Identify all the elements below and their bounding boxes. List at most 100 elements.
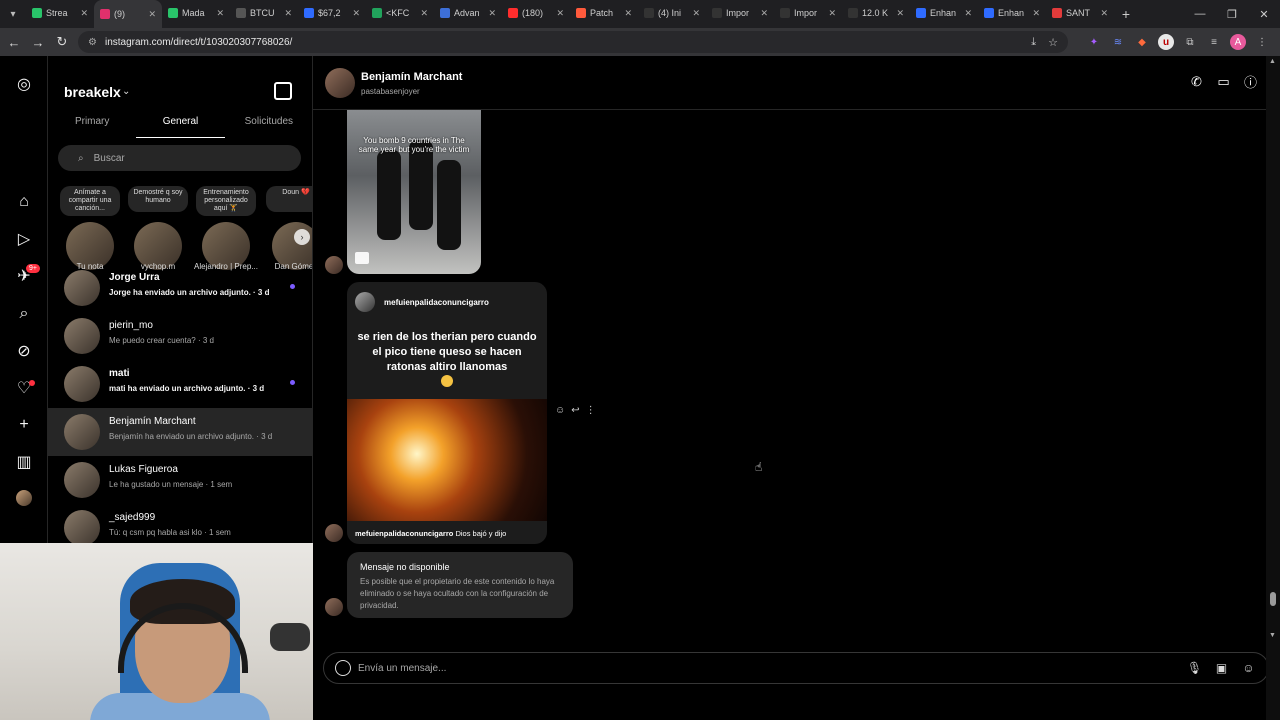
close-tab-icon[interactable]: ✕ (216, 8, 224, 19)
site-info-icon[interactable]: ⚙ (88, 37, 97, 48)
scroll-up-icon[interactable]: ▲ (1269, 58, 1276, 65)
close-tab-icon[interactable]: ✕ (964, 8, 972, 19)
microphone-icon[interactable]: 🎙 (1187, 660, 1202, 675)
close-tab-icon[interactable]: ✕ (828, 8, 836, 19)
extension-icon[interactable]: ✦ (1086, 34, 1102, 50)
browser-tab[interactable]: Mada ✕ (162, 0, 230, 26)
shared-post[interactable]: mefuienpalidaconuncigarro se rien de los… (347, 282, 547, 544)
close-tab-icon[interactable]: ✕ (1032, 8, 1040, 19)
search-input[interactable]: ⌕ Buscar (58, 145, 301, 171)
browser-tab[interactable]: Enhan ✕ (910, 0, 978, 26)
browser-tab[interactable]: <KFC ✕ (366, 0, 434, 26)
close-window-icon[interactable]: ✕ (1248, 0, 1280, 28)
sticker-icon[interactable]: ☺ (1241, 660, 1256, 675)
message-input[interactable]: Envía un mensaje... 🎙 ▣ ☺ (323, 652, 1269, 684)
post-author[interactable]: mefuienpalidaconuncigarro (384, 298, 489, 307)
close-tab-icon[interactable]: ✕ (284, 8, 292, 19)
search-icon[interactable]: ⌕ (14, 304, 34, 324)
conversation-item[interactable]: pierin_mo Me puedo crear cuenta? · 3 d (48, 312, 312, 360)
home-icon[interactable]: ⌂ (14, 192, 34, 212)
close-tab-icon[interactable]: ✕ (420, 8, 428, 19)
image-icon[interactable]: ▣ (1214, 660, 1229, 675)
close-tab-icon[interactable]: ✕ (896, 8, 904, 19)
note-item[interactable]: Demostré q soy humano vychop.m (126, 186, 190, 274)
info-icon[interactable]: ⓘ (1243, 74, 1258, 90)
bookmark-star-icon[interactable]: ☆ (1048, 36, 1058, 49)
browser-tab[interactable]: SANT ✕ (1046, 0, 1114, 26)
chevron-right-icon[interactable]: › (294, 229, 310, 245)
media-control-icon[interactable]: ≡ (1206, 34, 1222, 50)
conversation-item[interactable]: mati mati ha enviado un archivo adjunto. … (48, 360, 312, 408)
post-author-avatar[interactable] (355, 292, 375, 312)
close-tab-icon[interactable]: ✕ (624, 8, 632, 19)
contact-name[interactable]: Benjamín Marchant (361, 71, 462, 83)
reload-icon[interactable]: ↻ (50, 34, 74, 50)
tab-primary[interactable]: Primary (48, 114, 136, 138)
phone-icon[interactable]: ✆ (1189, 74, 1204, 89)
account-switcher[interactable]: breakelx (64, 84, 121, 100)
close-tab-icon[interactable]: ✕ (760, 8, 768, 19)
more-icon[interactable]: ⋮ (586, 405, 596, 416)
scrollbar-thumb[interactable] (1270, 592, 1276, 606)
close-tab-icon[interactable]: ✕ (80, 8, 88, 19)
close-tab-icon[interactable]: ✕ (692, 8, 700, 19)
sender-avatar[interactable] (325, 524, 343, 542)
conversation-item[interactable]: Benjamín Marchant Benjamín ha enviado un … (48, 408, 312, 456)
close-tab-icon[interactable]: ✕ (148, 9, 156, 20)
compose-icon[interactable] (274, 82, 292, 100)
scroll-down-icon[interactable]: ▼ (1269, 632, 1276, 639)
forward-icon[interactable]: → (26, 35, 50, 50)
minimize-icon[interactable]: — (1184, 0, 1216, 28)
conversation-item[interactable]: Jorge Urra Jorge ha enviado un archivo ad… (48, 264, 312, 312)
close-tab-icon[interactable]: ✕ (1100, 8, 1108, 19)
install-app-icon[interactable]: ⤓ (1031, 36, 1036, 49)
extension-icon[interactable]: ◆ (1134, 34, 1150, 50)
browser-menu-icon[interactable]: ⋮ (1254, 34, 1270, 50)
extension-icon[interactable]: ≋ (1110, 34, 1126, 50)
browser-tab[interactable]: $67,2 ✕ (298, 0, 366, 26)
browser-tab[interactable]: Advan ✕ (434, 0, 502, 26)
browser-tab[interactable]: (180) ✕ (502, 0, 570, 26)
extensions-puzzle-icon[interactable]: ⧉ (1182, 34, 1198, 50)
profile-avatar[interactable]: A (1230, 34, 1246, 50)
url-field[interactable]: ⚙ instagram.com/direct/t/103020307768026… (78, 31, 1068, 53)
extension-icon[interactable]: u (1158, 34, 1174, 50)
post-image[interactable] (347, 399, 547, 521)
create-icon[interactable]: + (14, 415, 34, 435)
shared-video[interactable]: You bomb 9 countries in The same year bu… (347, 110, 481, 274)
tab-requests[interactable]: Solicitudes (225, 114, 312, 138)
browser-tab[interactable]: (9) ✕ (94, 0, 162, 28)
close-tab-icon[interactable]: ✕ (488, 8, 496, 19)
tab-general[interactable]: General (136, 114, 225, 138)
emoji-picker-icon[interactable] (335, 660, 351, 676)
browser-tab[interactable]: (4) Ini ✕ (638, 0, 706, 26)
contact-avatar[interactable] (325, 68, 355, 98)
browser-tab[interactable]: Patch ✕ (570, 0, 638, 26)
sender-avatar[interactable] (325, 598, 343, 616)
close-tab-icon[interactable]: ✕ (556, 8, 564, 19)
chevron-down-icon[interactable]: ⌄ (122, 86, 130, 97)
profile-avatar-icon[interactable] (16, 490, 32, 506)
new-tab-button[interactable]: + (1114, 6, 1138, 22)
browser-tab[interactable]: Enhan ✕ (978, 0, 1046, 26)
note-item[interactable]: Entrenamiento personalizado aquí 🏋 Alejan… (194, 186, 258, 274)
back-icon[interactable]: ← (2, 35, 26, 50)
scrollbar[interactable]: ▲ ▼ (1266, 56, 1280, 720)
sender-avatar[interactable] (325, 256, 343, 274)
maximize-icon[interactable]: ❐ (1216, 0, 1248, 28)
dashboard-icon[interactable]: ▥ (14, 452, 34, 472)
tab-search-icon[interactable]: ▾ (0, 0, 26, 28)
conversation-item[interactable]: Lukas Figueroa Le ha gustado un mensaje ·… (48, 456, 312, 504)
reply-icon[interactable]: ↩ (571, 405, 579, 416)
browser-tab[interactable]: 12.0 K ✕ (842, 0, 910, 26)
browser-tab[interactable]: Impor ✕ (774, 0, 842, 26)
video-call-icon[interactable]: ▭ (1216, 74, 1231, 89)
close-tab-icon[interactable]: ✕ (352, 8, 360, 19)
instagram-logo-icon[interactable]: ◎ (14, 74, 34, 94)
browser-tab[interactable]: BTCU ✕ (230, 0, 298, 26)
browser-tab[interactable]: Strea ✕ (26, 0, 94, 26)
react-icon[interactable]: ☺ (555, 405, 565, 416)
reels-icon[interactable]: ▷ (14, 229, 34, 249)
browser-tab[interactable]: Impor ✕ (706, 0, 774, 26)
explore-icon[interactable]: ⊘ (14, 341, 34, 361)
